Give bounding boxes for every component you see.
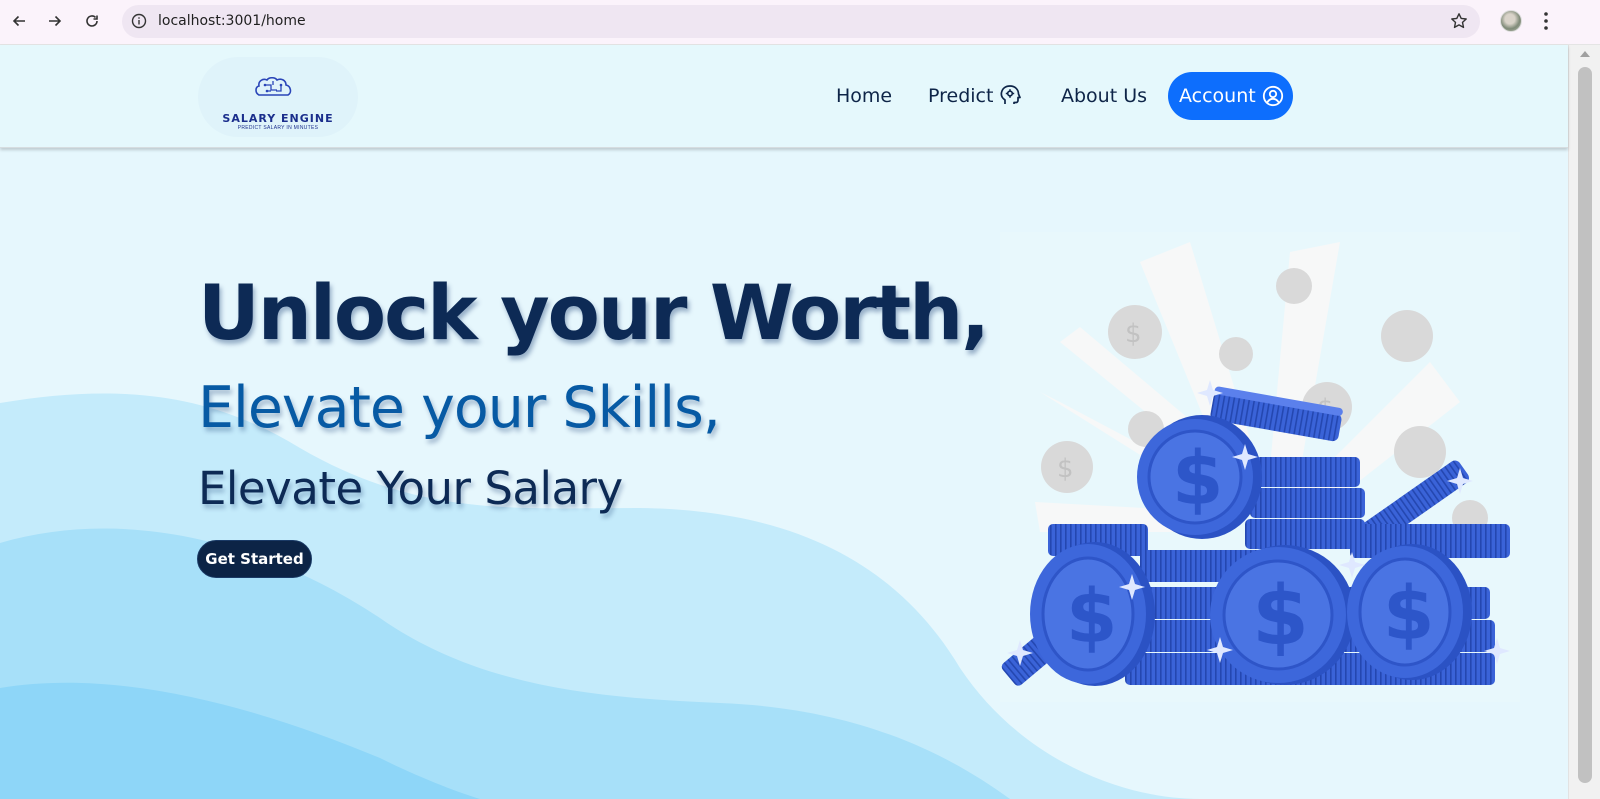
user-circle-icon	[1262, 85, 1283, 107]
svg-text:$: $	[1057, 454, 1074, 484]
bookmark-star-icon[interactable]	[1450, 12, 1468, 30]
back-arrow-icon[interactable]	[7, 9, 31, 33]
reload-icon[interactable]	[80, 9, 104, 33]
logo-title: SALARY ENGINE	[222, 112, 334, 125]
hero-tagline: Elevate Your Salary	[198, 462, 623, 515]
info-icon[interactable]	[131, 13, 147, 29]
url-text[interactable]: localhost:3001/home	[158, 13, 306, 29]
svg-text:$: $	[1383, 571, 1435, 657]
brain-circuit-icon	[255, 77, 292, 96]
svg-text:$: $	[1252, 569, 1309, 664]
svg-text:$: $	[1066, 574, 1118, 660]
forward-arrow-icon[interactable]	[43, 9, 67, 33]
nav-about-us[interactable]: About Us	[1061, 85, 1147, 107]
logo[interactable]: SALARY ENGINE PREDICT SALARY IN MINUTES	[198, 57, 358, 137]
kebab-menu-icon[interactable]	[1536, 10, 1556, 32]
nav-home[interactable]: Home	[836, 85, 892, 107]
scroll-thumb[interactable]	[1578, 67, 1592, 783]
browser-toolbar: localhost:3001/home	[0, 0, 1600, 45]
svg-text:$: $	[1125, 319, 1142, 349]
hero-headline: Unlock your Worth,	[198, 268, 990, 357]
account-label: Account	[1179, 85, 1256, 107]
head-gear-icon[interactable]	[999, 84, 1021, 106]
app-header: SALARY ENGINE PREDICT SALARY IN MINUTES …	[0, 45, 1568, 148]
coins-illustration: $ $ $ $ $ $	[1000, 232, 1520, 702]
page-scrollbar[interactable]	[1568, 45, 1600, 799]
scroll-up-arrow-icon[interactable]	[1580, 51, 1590, 57]
logo-tagline: PREDICT SALARY IN MINUTES	[237, 125, 319, 131]
hero-subheadline: Elevate your Skills,	[198, 375, 721, 441]
svg-text:$: $	[1172, 436, 1224, 522]
profile-avatar[interactable]	[1500, 10, 1522, 32]
get-started-button[interactable]: Get Started	[197, 540, 312, 578]
address-bar[interactable]: localhost:3001/home	[122, 5, 1480, 38]
account-button[interactable]: Account	[1168, 72, 1293, 120]
nav-predict[interactable]: Predict	[928, 85, 993, 107]
